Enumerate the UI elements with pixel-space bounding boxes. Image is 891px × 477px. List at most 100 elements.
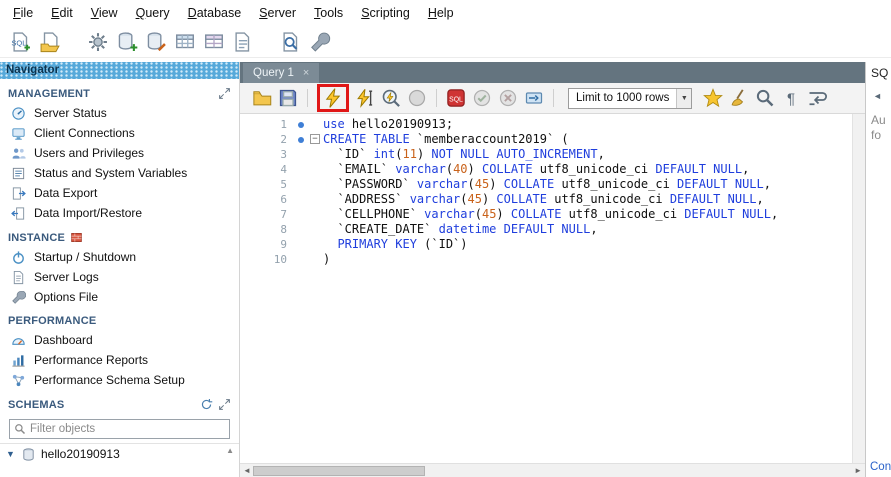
line-number: 4 (280, 163, 287, 176)
menu-view[interactable]: View (82, 2, 127, 24)
save-icon[interactable] (278, 88, 298, 108)
dropdown-caret-icon[interactable]: ▼ (676, 88, 692, 108)
stop-on-error-icon[interactable]: SQL (446, 88, 466, 108)
sidebar-item-users-and-privileges[interactable]: Users and Privileges (0, 143, 239, 163)
code-area[interactable]: 1 use hello20190913; 2 − CREATE TABLE `membe… (240, 114, 852, 463)
sidebar-item-client-connections[interactable]: Client Connections (0, 123, 239, 143)
fold-margin[interactable]: − (309, 132, 323, 147)
performance-schema-icon (11, 373, 26, 388)
tab-query1[interactable]: Query 1 × (243, 63, 320, 83)
create-routine-icon[interactable] (232, 31, 254, 53)
horizontal-scroll-thumb[interactable] (253, 466, 425, 476)
firewall-icon[interactable] (70, 231, 83, 244)
schema-filter-input[interactable] (30, 423, 225, 435)
menu-server[interactable]: Server (250, 2, 305, 24)
invisibles-icon[interactable]: ¶ (781, 88, 801, 108)
sidebar-item-performance-schema-setup[interactable]: Performance Schema Setup (0, 370, 239, 390)
menu-help[interactable]: Help (419, 2, 463, 24)
sidebar-item-label: Data Import/Restore (34, 206, 143, 220)
mysql-workbench-window: File Edit View Query Database Server Tools Scri… (0, 0, 891, 477)
sidebar-item-performance-reports[interactable]: Performance Reports (0, 350, 239, 370)
section-header-schemas[interactable]: SCHEMAS (0, 390, 239, 414)
section-header-management[interactable]: MANAGEMENT (0, 79, 239, 103)
change-marker (296, 162, 309, 177)
menubar: File Edit View Query Database Server Tools Scri… (0, 0, 891, 26)
create-view-icon[interactable] (203, 31, 225, 53)
sidebar-item-data-export[interactable]: Data Export (0, 183, 239, 203)
tab-close-icon[interactable]: × (303, 67, 309, 79)
code-text: `EMAIL` varchar(40) COLLATE utf8_unicode… (323, 162, 750, 176)
find-icon[interactable] (755, 88, 775, 108)
sidebar-item-server-status[interactable]: Server Status (0, 103, 239, 123)
create-schema-icon[interactable] (116, 31, 138, 53)
sql-additions-title: SQ (871, 66, 889, 80)
fold-margin (309, 117, 323, 132)
connection-options-icon[interactable] (87, 31, 109, 53)
sidebar-item-data-import-restore[interactable]: Data Import/Restore (0, 203, 239, 223)
stop-icon[interactable] (407, 88, 427, 108)
line-number: 9 (280, 238, 287, 251)
scroll-up-icon[interactable]: ▲ (226, 446, 234, 455)
sidebar-item-startup-shutdown[interactable]: Startup / Shutdown (0, 247, 239, 267)
explain-icon[interactable] (381, 88, 401, 108)
execute-current-icon[interactable] (355, 88, 375, 108)
menu-edit[interactable]: Edit (42, 2, 82, 24)
change-marker (296, 147, 309, 162)
code-line: 6 `ADDRESS` varchar(45) COLLATE utf8_uni… (240, 192, 852, 207)
create-table-icon[interactable] (174, 31, 196, 53)
open-sql-file-icon[interactable] (39, 31, 61, 53)
menu-tools[interactable]: Tools (305, 2, 352, 24)
sidebar-item-label: Startup / Shutdown (34, 250, 137, 264)
menu-query[interactable]: Query (127, 2, 179, 24)
code-line: 2 − CREATE TABLE `memberaccount2019` ( (240, 132, 852, 147)
search-data-icon[interactable] (280, 31, 302, 53)
autocommit-icon[interactable] (524, 88, 544, 108)
line-number: 8 (280, 223, 287, 236)
sidebar-item-label: Server Status (34, 106, 107, 120)
menu-file[interactable]: File (4, 2, 42, 24)
section-header-instance[interactable]: INSTANCE (0, 223, 239, 247)
context-help-line-1: Au (871, 113, 886, 127)
vertical-scrollbar[interactable] (852, 114, 865, 463)
schema-list: ▼ hello20190913 ▲ (0, 443, 239, 477)
sidebar-item-status-and-system-variables[interactable]: Status and System Variables (0, 163, 239, 183)
schema-row[interactable]: ▼ hello20190913 (0, 444, 239, 464)
scroll-left-icon[interactable]: ◄ (243, 466, 251, 475)
rollback-icon[interactable] (498, 88, 518, 108)
expand-icon[interactable] (218, 398, 231, 411)
scroll-right-icon[interactable]: ► (854, 466, 862, 475)
commit-icon[interactable] (472, 88, 492, 108)
code-line: 9 PRIMARY KEY (`ID`) (240, 237, 852, 252)
code-line: 4 `EMAIL` varchar(40) COLLATE utf8_unico… (240, 162, 852, 177)
execute-icon[interactable] (323, 88, 343, 108)
options-file-icon (11, 290, 26, 305)
menu-database[interactable]: Database (179, 2, 251, 24)
editor-body: 1 use hello20190913; 2 − CREATE TABLE `membe… (240, 114, 865, 463)
main-toolbar: SQL (0, 26, 891, 58)
sql-additions-panel: SQ ◄ Au fo Con (865, 62, 891, 477)
beautify-icon[interactable] (729, 88, 749, 108)
line-number: 5 (280, 178, 287, 191)
sidebar-item-options-file[interactable]: Options File (0, 287, 239, 307)
new-query-tab-icon[interactable]: SQL (10, 31, 32, 53)
section-header-performance[interactable]: PERFORMANCE (0, 307, 239, 330)
client-connections-icon (11, 126, 26, 141)
expand-icon[interactable] (218, 87, 231, 100)
sidebar-item-dashboard[interactable]: Dashboard (0, 330, 239, 350)
line-number: 10 (273, 253, 287, 266)
refresh-icon[interactable] (200, 398, 213, 411)
horizontal-scrollbar[interactable]: ◄ ► (240, 463, 865, 477)
change-marker (296, 252, 309, 267)
context-help-tab[interactable]: Con (866, 461, 891, 477)
sidebar-item-server-logs[interactable]: Server Logs (0, 267, 239, 287)
server-tools-icon[interactable] (309, 31, 331, 53)
save-snippet-icon[interactable] (703, 88, 724, 108)
open-file-icon[interactable] (252, 88, 272, 108)
alter-schema-icon[interactable] (145, 31, 167, 53)
collapse-panel-icon[interactable]: ◄ (866, 82, 891, 101)
menu-scripting[interactable]: Scripting (352, 2, 419, 24)
limit-rows-dropdown[interactable]: Limit to 1000 rows ▼ (568, 87, 693, 109)
expand-caret-icon[interactable]: ▼ (6, 449, 16, 459)
code-text: CREATE TABLE `memberaccount2019` ( (323, 132, 569, 146)
wrap-text-icon[interactable] (807, 88, 828, 108)
